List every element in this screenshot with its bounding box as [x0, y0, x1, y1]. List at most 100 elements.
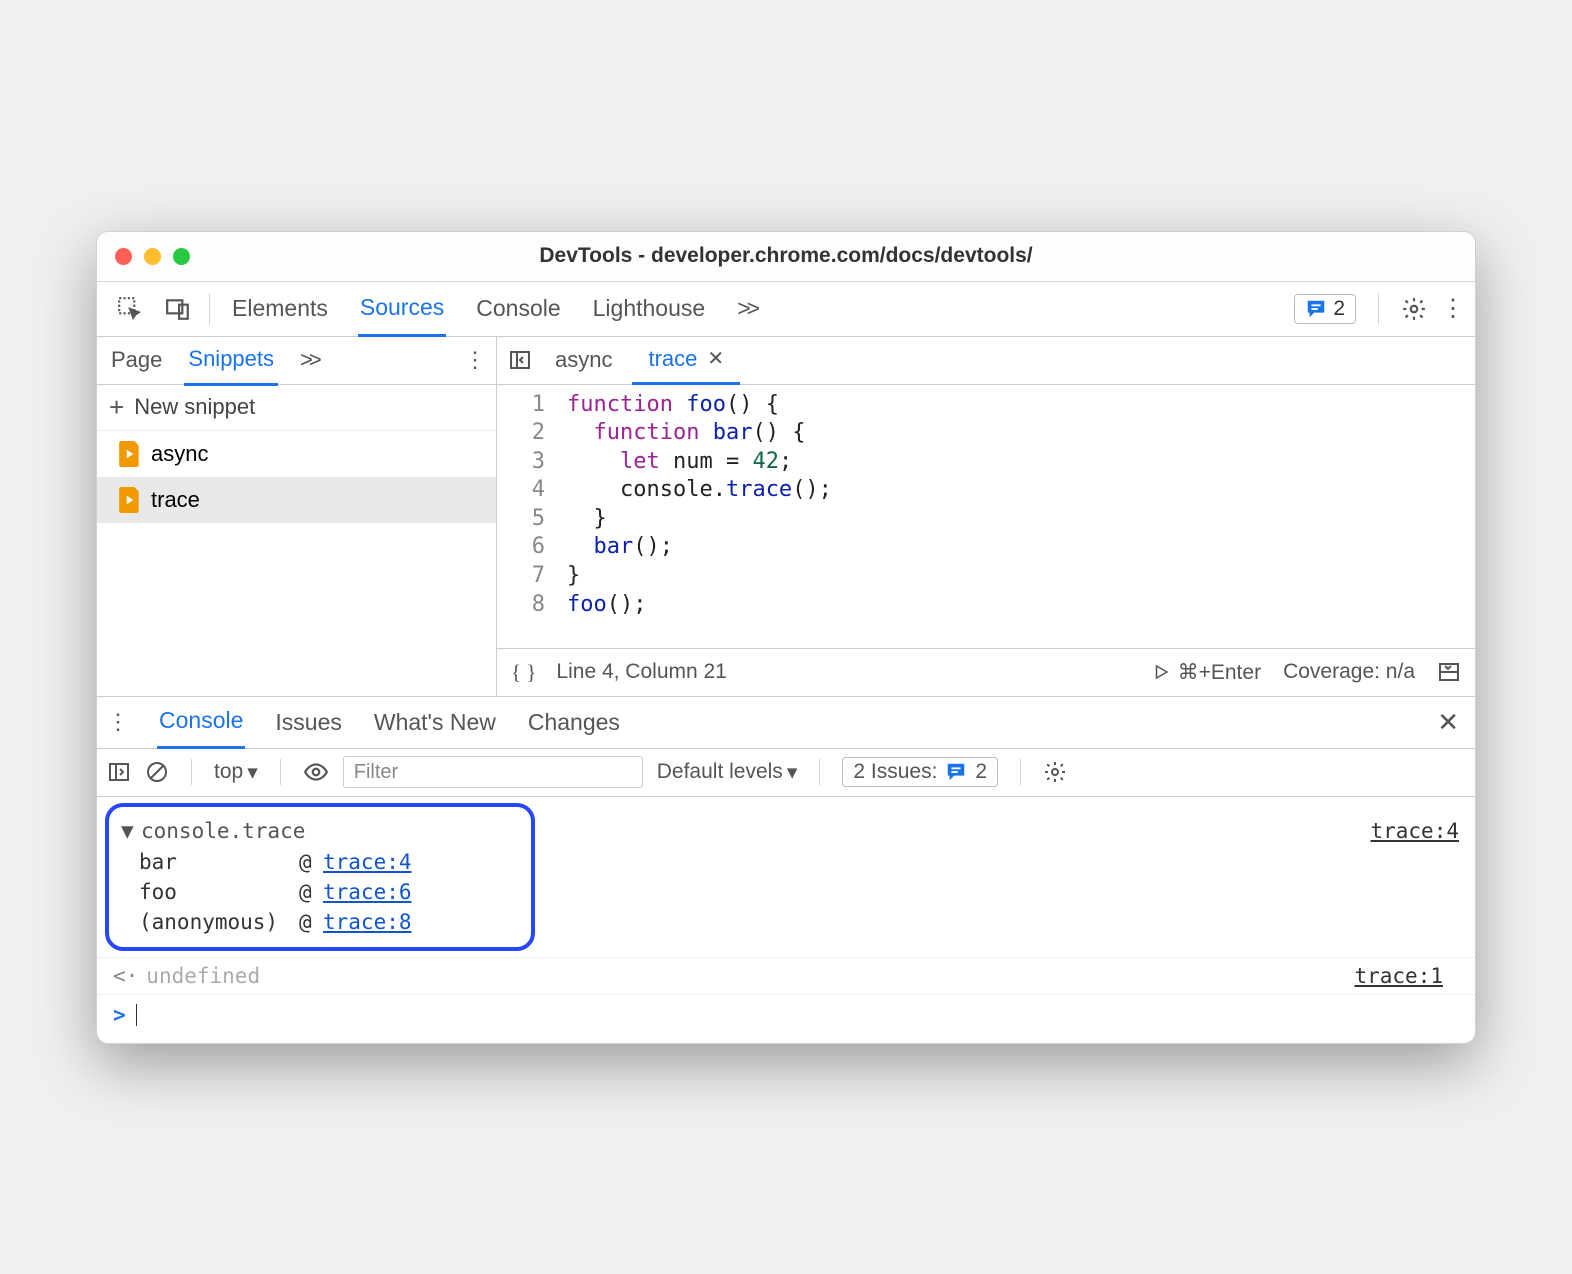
editor-tab-label: trace: [648, 346, 697, 372]
editor-tabs: async trace ✕: [497, 337, 1475, 385]
drawer-tab-whatsnew[interactable]: What's New: [372, 697, 498, 748]
minimize-window-button[interactable]: [144, 248, 161, 265]
sidebar-tab-page[interactable]: Page: [107, 336, 166, 384]
stack-at: @: [299, 880, 323, 904]
show-navigator-icon[interactable]: [505, 348, 535, 372]
snippet-file-icon: [119, 441, 141, 467]
context-selector[interactable]: top ▾: [214, 760, 258, 785]
sidebar-tabs-overflow[interactable]: >>: [296, 336, 322, 384]
levels-label: Default levels: [657, 760, 783, 784]
cursor-position: Line 4, Column 21: [556, 660, 726, 684]
code-content[interactable]: function foo() { function bar() { let nu…: [557, 385, 1475, 648]
console-settings-icon[interactable]: [1043, 760, 1067, 784]
line-number: 6: [503, 533, 545, 562]
drawer-tab-console[interactable]: Console: [157, 695, 245, 749]
line-number: 1: [503, 391, 545, 420]
stack-frame: (anonymous) @ trace:8: [121, 907, 517, 937]
clear-console-icon[interactable]: [145, 760, 169, 784]
window-title: DevTools - developer.chrome.com/docs/dev…: [539, 244, 1032, 268]
issues-label: 2 Issues:: [853, 760, 937, 784]
live-expression-icon[interactable]: [303, 759, 329, 785]
message-icon: [1305, 298, 1327, 320]
trace-label: console.trace: [141, 819, 305, 843]
snippet-label: async: [151, 441, 208, 467]
tabs-overflow[interactable]: >>: [735, 282, 758, 335]
settings-icon[interactable]: [1401, 296, 1427, 322]
stack-source-link[interactable]: trace:4: [323, 850, 412, 874]
filter-input[interactable]: Filter: [343, 756, 643, 788]
text-cursor: [136, 1004, 137, 1026]
line-number: 5: [503, 505, 545, 534]
run-shortcut-label: ⌘+Enter: [1178, 660, 1261, 685]
tab-sources[interactable]: Sources: [358, 281, 446, 337]
filter-placeholder: Filter: [354, 761, 398, 784]
sidebar-tab-snippets[interactable]: Snippets: [184, 335, 278, 386]
console-return-row: <· undefined trace:1: [97, 957, 1475, 994]
sources-panel: Page Snippets >> ⋮ + New snippet async t…: [97, 337, 1475, 697]
issues-count: 2: [975, 760, 987, 784]
close-window-button[interactable]: [115, 248, 132, 265]
coverage-label: Coverage: n/a: [1283, 660, 1415, 684]
tab-elements[interactable]: Elements: [230, 282, 330, 335]
editor-tab-trace[interactable]: trace ✕: [632, 336, 740, 385]
device-toolbar-icon[interactable]: [165, 296, 191, 322]
line-number: 2: [503, 419, 545, 448]
close-drawer-icon[interactable]: ✕: [1431, 701, 1465, 744]
sidebar-more-icon[interactable]: ⋮: [464, 347, 486, 373]
prompt-chevron-icon: >: [113, 1003, 126, 1027]
close-tab-icon[interactable]: ✕: [707, 346, 724, 371]
drawer-more-icon[interactable]: ⋮: [107, 709, 129, 735]
new-snippet-button[interactable]: + New snippet: [97, 385, 496, 431]
editor-statusbar: { } Line 4, Column 21 ⌘+Enter Coverage: …: [497, 648, 1475, 696]
pretty-print-icon[interactable]: { }: [511, 660, 536, 685]
console-toolbar: top ▾ Filter Default levels ▾ 2 Issues: …: [97, 749, 1475, 797]
line-number: 3: [503, 448, 545, 477]
main-tabs: Elements Sources Console Lighthouse >>: [230, 282, 758, 336]
main-toolbar: Elements Sources Console Lighthouse >> 2…: [97, 282, 1475, 337]
line-number: 8: [503, 591, 545, 620]
line-number: 7: [503, 562, 545, 591]
disclosure-triangle-icon[interactable]: ▼: [121, 819, 137, 843]
log-levels-selector[interactable]: Default levels ▾: [657, 760, 798, 785]
snippet-label: trace: [151, 487, 200, 513]
drawer-tabs: ⋮ Console Issues What's New Changes ✕: [97, 697, 1475, 749]
return-value: undefined: [146, 964, 260, 988]
drawer-tab-changes[interactable]: Changes: [526, 697, 622, 748]
stack-function: bar: [139, 850, 299, 874]
console-sidebar-toggle-icon[interactable]: [107, 760, 131, 784]
sidebar-tabs: Page Snippets >> ⋮: [97, 337, 496, 385]
devtools-window: DevTools - developer.chrome.com/docs/dev…: [96, 231, 1476, 1044]
more-menu-icon[interactable]: ⋮: [1441, 294, 1465, 323]
zoom-window-button[interactable]: [173, 248, 190, 265]
chevron-down-icon: ▾: [247, 760, 258, 785]
code-editor[interactable]: 1 2 3 4 5 6 7 8 function foo() { functio…: [497, 385, 1475, 648]
stack-source-link[interactable]: trace:8: [323, 910, 412, 934]
snippet-item-trace[interactable]: trace: [97, 477, 496, 523]
console-output: trace:4 ▼ console.trace bar @ trace:4 fo…: [97, 803, 1475, 1043]
stack-at: @: [299, 850, 323, 874]
traffic-lights: [115, 248, 190, 265]
tab-lighthouse[interactable]: Lighthouse: [591, 282, 708, 335]
show-debugger-icon[interactable]: [1437, 660, 1461, 684]
issues-indicator[interactable]: 2: [1294, 294, 1356, 324]
console-prompt[interactable]: >: [97, 994, 1475, 1043]
source-link[interactable]: trace:4: [1370, 819, 1459, 843]
source-link[interactable]: trace:1: [1354, 964, 1459, 988]
editor-tab-async[interactable]: async: [539, 337, 628, 383]
run-snippet-button[interactable]: ⌘+Enter: [1152, 660, 1261, 685]
titlebar: DevTools - developer.chrome.com/docs/dev…: [97, 232, 1475, 282]
editor-pane: async trace ✕ 1 2 3 4 5 6 7 8 fun: [497, 337, 1475, 696]
issues-button[interactable]: 2 Issues: 2: [842, 757, 998, 787]
drawer-tab-issues[interactable]: Issues: [273, 697, 343, 748]
tab-console[interactable]: Console: [474, 282, 562, 335]
stack-frame: bar @ trace:4: [121, 847, 517, 877]
snippet-item-async[interactable]: async: [97, 431, 496, 477]
stack-source-link[interactable]: trace:6: [323, 880, 412, 904]
plus-icon: +: [109, 392, 124, 423]
inspect-icon[interactable]: [117, 296, 143, 322]
navigator-sidebar: Page Snippets >> ⋮ + New snippet async t…: [97, 337, 497, 696]
line-gutter: 1 2 3 4 5 6 7 8: [497, 385, 557, 648]
stack-at: @: [299, 910, 323, 934]
context-label: top: [214, 760, 243, 784]
chevron-down-icon: ▾: [787, 760, 798, 785]
